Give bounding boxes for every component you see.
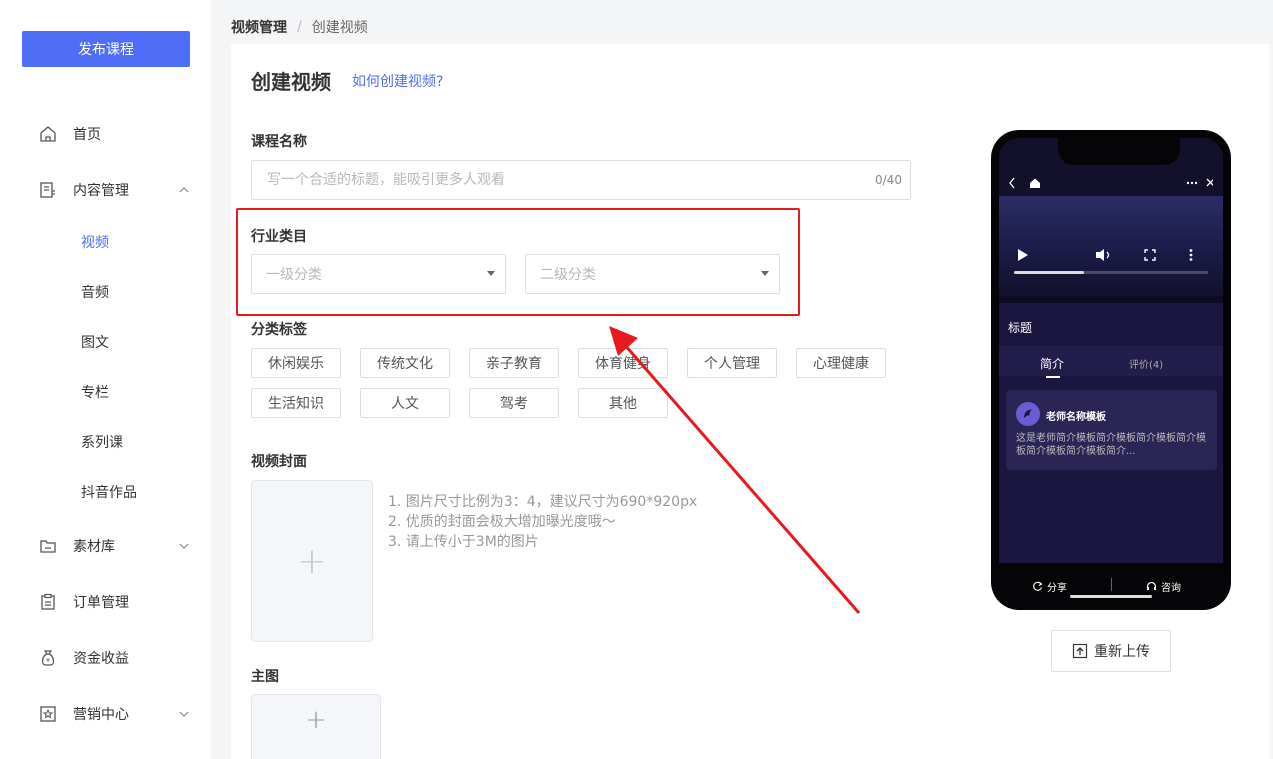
- plus-icon: +: [296, 540, 328, 582]
- tab-indicator: [1046, 376, 1060, 378]
- headset-icon: [1146, 581, 1157, 590]
- star-icon: [39, 705, 57, 723]
- sub-item-label: 图文: [81, 335, 109, 351]
- tag-fitness[interactable]: 体育健身: [578, 348, 668, 378]
- tags-label: 分类标签: [251, 322, 307, 338]
- sub-item-audio[interactable]: 音频: [0, 274, 211, 310]
- sub-item-label: 专栏: [81, 385, 109, 401]
- reupload-label: 重新上传: [1094, 644, 1150, 660]
- folder-icon: [39, 537, 57, 555]
- tag-leisure[interactable]: 休闲娱乐: [251, 348, 341, 378]
- main-image-label: 主图: [251, 669, 279, 685]
- cover-hint: 2. 优质的封面会极大增加曝光度哦～: [388, 514, 616, 530]
- preview-tabs: [999, 346, 1223, 376]
- tag-other[interactable]: 其他: [578, 388, 668, 418]
- breadcrumb-parent[interactable]: 视频管理: [231, 17, 287, 37]
- main-image-upload-box[interactable]: +: [251, 694, 381, 759]
- breadcrumb-current: 创建视频: [311, 20, 368, 36]
- cover-upload-box[interactable]: +: [251, 480, 373, 642]
- consult-button[interactable]: 咨询: [1146, 579, 1181, 594]
- help-link[interactable]: 如何创建视频?: [352, 71, 443, 91]
- teacher-card: [1006, 390, 1217, 470]
- cover-label: 视频封面: [251, 454, 307, 470]
- video-progress-bar[interactable]: [1014, 271, 1208, 274]
- phone-screen: 标题 简介 评价(4) 老师名称模板 这是老师简介模板简介模板简介模板简介模板简…: [999, 138, 1223, 602]
- nav-item-home[interactable]: 首页: [0, 114, 211, 154]
- home-icon: [39, 125, 57, 143]
- home-indicator: [1070, 595, 1152, 598]
- tag-self-management[interactable]: 个人管理: [687, 348, 777, 378]
- sidebar: 发布课程 首页 内容管理 视频 音频 图文 专栏 系列课 抖音作品 素材库 订单…: [0, 0, 211, 759]
- breadcrumb-separator: /: [297, 19, 302, 35]
- sub-item-label: 系列课: [81, 435, 123, 451]
- video-player[interactable]: [999, 196, 1223, 296]
- moneybag-icon: ¥: [39, 649, 57, 667]
- chevron-up-icon: [178, 184, 190, 196]
- preview-title: 标题: [1008, 321, 1033, 335]
- page-title: 创建视频: [251, 70, 331, 94]
- consult-label: 咨询: [1161, 583, 1181, 594]
- phone-preview: 标题 简介 评价(4) 老师名称模板 这是老师简介模板简介模板简介模板简介模板简…: [991, 130, 1231, 610]
- chevron-down-icon: [178, 708, 190, 720]
- upload-icon: [1072, 643, 1088, 659]
- breadcrumb: 视频管理 / 创建视频: [231, 17, 368, 37]
- teacher-name: 老师名称模板: [1046, 412, 1106, 423]
- highlight-box: [236, 208, 800, 316]
- tag-humanities[interactable]: 人文: [360, 388, 450, 418]
- nav-item-label: 订单管理: [73, 595, 129, 611]
- nav-item-marketing[interactable]: 营销中心: [0, 694, 211, 734]
- reupload-button[interactable]: 重新上传: [1051, 630, 1171, 672]
- sub-item-column[interactable]: 专栏: [0, 374, 211, 410]
- svg-text:¥: ¥: [46, 658, 50, 665]
- nav-item-label: 营销中心: [73, 707, 129, 723]
- tag-parenting[interactable]: 亲子教育: [469, 348, 559, 378]
- sub-item-label: 抖音作品: [81, 485, 137, 501]
- bottom-divider: [1111, 578, 1112, 591]
- nav-item-content-management[interactable]: 内容管理: [0, 170, 211, 210]
- course-name-label: 课程名称: [251, 134, 307, 150]
- course-name-input[interactable]: [251, 160, 911, 200]
- tag-traditional-culture[interactable]: 传统文化: [360, 348, 450, 378]
- tag-life-knowledge[interactable]: 生活知识: [251, 388, 341, 418]
- phone-nav-icons: [1009, 177, 1213, 189]
- teacher-description: 这是老师简介模板简介模板简介模板简介模板简介模板简介模板简介...: [1016, 433, 1206, 457]
- cover-hint: 3. 请上传小于3M的图片: [388, 534, 539, 550]
- sub-item-video[interactable]: 视频: [0, 224, 211, 260]
- nav-item-funds[interactable]: ¥ 资金收益: [0, 638, 211, 678]
- sub-item-label: 视频: [81, 235, 109, 251]
- nav-item-label: 首页: [73, 127, 101, 143]
- video-progress-fill: [1014, 271, 1084, 274]
- teacher-avatar: [1016, 402, 1040, 426]
- nav-item-label: 素材库: [73, 539, 115, 555]
- sub-item-series[interactable]: 系列课: [0, 424, 211, 460]
- share-button[interactable]: 分享: [1032, 579, 1067, 594]
- clipboard-icon: [39, 593, 57, 611]
- sub-item-label: 音频: [81, 285, 109, 301]
- phone-notch: [1058, 138, 1180, 165]
- tab-reviews[interactable]: 评价(4): [1129, 356, 1163, 371]
- tag-mental-health[interactable]: 心理健康: [796, 348, 886, 378]
- tab-intro[interactable]: 简介: [1040, 355, 1064, 372]
- nav-item-order-management[interactable]: 订单管理: [0, 582, 211, 622]
- share-label: 分享: [1047, 583, 1067, 594]
- share-icon: [1033, 581, 1043, 591]
- nav-item-label: 内容管理: [73, 183, 129, 199]
- nav-item-label: 资金收益: [73, 651, 129, 667]
- chevron-down-icon: [178, 540, 190, 552]
- publish-course-button[interactable]: 发布课程: [22, 31, 190, 67]
- sub-item-article[interactable]: 图文: [0, 324, 211, 360]
- tag-driving-test[interactable]: 驾考: [469, 388, 559, 418]
- plus-icon: +: [305, 705, 327, 735]
- nav-item-material-library[interactable]: 素材库: [0, 526, 211, 566]
- video-controls[interactable]: [1018, 248, 1208, 262]
- sub-item-douyin[interactable]: 抖音作品: [0, 474, 211, 510]
- char-counter: 0/40: [875, 173, 902, 187]
- cover-hint: 1. 图片尺寸比例为3：4，建议尺寸为690*920px: [388, 494, 698, 510]
- content-icon: [39, 181, 57, 199]
